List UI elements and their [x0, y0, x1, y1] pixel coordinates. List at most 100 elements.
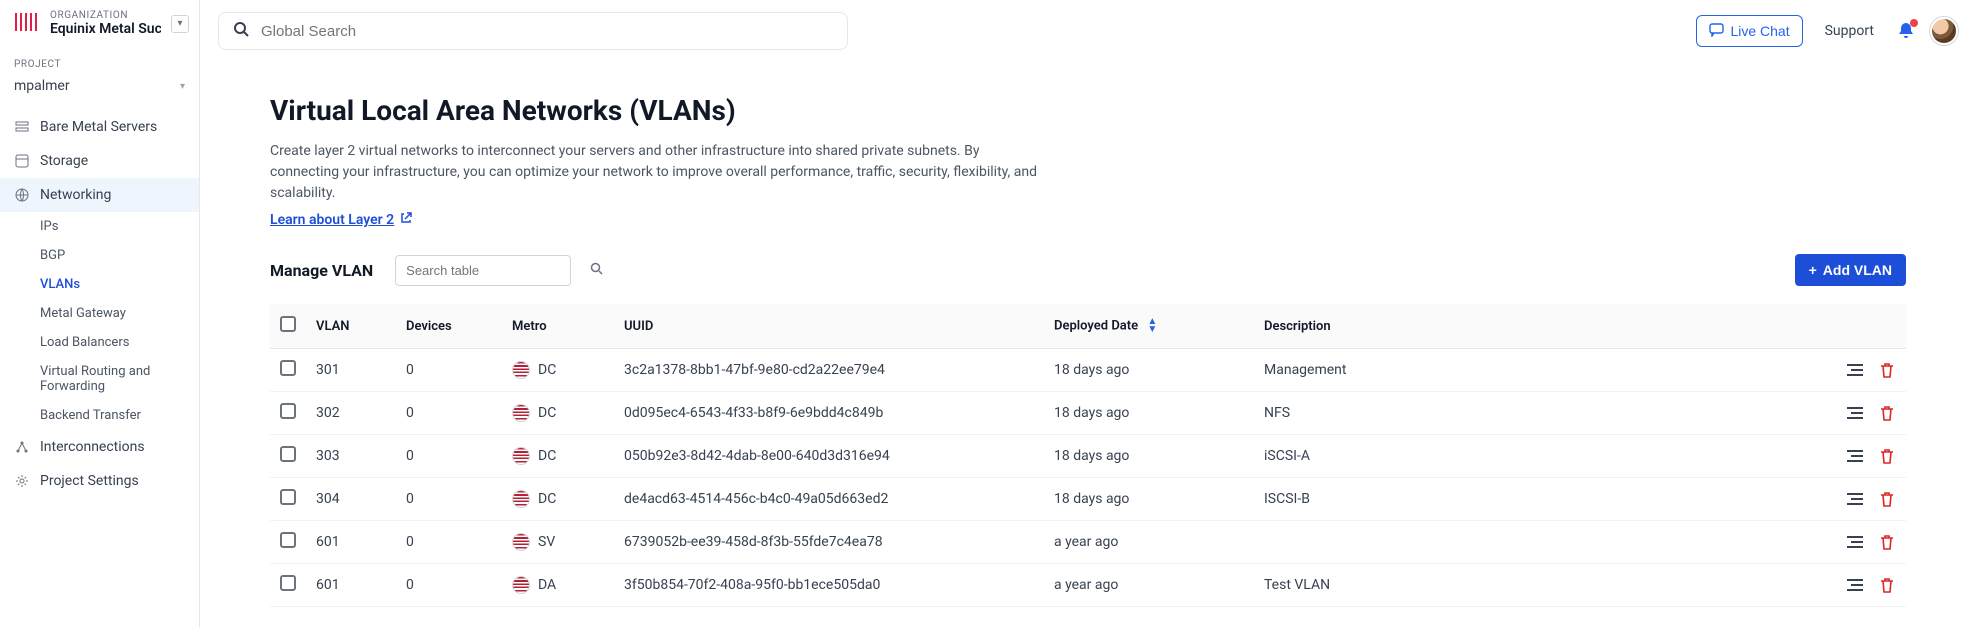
global-search-input[interactable] — [261, 23, 833, 40]
learn-link-label: Learn about Layer 2 — [270, 212, 394, 228]
cell-deployed: 18 days ago — [1044, 392, 1254, 435]
table-row[interactable]: 3010DC3c2a1378-8bb1-47bf-9e80-cd2a22ee79… — [270, 349, 1906, 392]
row-delete-button[interactable] — [1878, 490, 1896, 508]
row-checkbox[interactable] — [280, 446, 296, 462]
row-details-button[interactable] — [1846, 404, 1864, 422]
col-header-deployed-date[interactable]: Deployed Date ▲▼ — [1044, 304, 1254, 349]
cell-uuid: 3c2a1378-8bb1-47bf-9e80-cd2a22ee79e4 — [614, 349, 1044, 392]
row-delete-button[interactable] — [1878, 447, 1896, 465]
subnav-bgp[interactable]: BGP — [0, 241, 199, 270]
row-delete-button[interactable] — [1878, 404, 1896, 422]
cell-uuid: 6739052b-ee39-458d-8f3b-55fde7c4ea78 — [614, 521, 1044, 564]
row-details-button[interactable] — [1846, 361, 1864, 379]
col-header-uuid[interactable]: UUID — [614, 304, 1044, 349]
cell-metro: DC — [512, 404, 604, 422]
table-search-input[interactable] — [406, 263, 582, 278]
subnav-load-balancers[interactable]: Load Balancers — [0, 328, 199, 357]
row-delete-button[interactable] — [1878, 576, 1896, 594]
table-row[interactable]: 6010DA3f50b854-70f2-408a-95f0-bb1ece505d… — [270, 564, 1906, 607]
us-flag-icon — [512, 361, 530, 379]
learn-about-layer2-link[interactable]: Learn about Layer 2 — [270, 212, 412, 228]
row-details-button[interactable] — [1846, 576, 1864, 594]
user-avatar[interactable] — [1930, 17, 1958, 45]
sort-icon: ▲▼ — [1147, 318, 1157, 334]
sidebar: ORGANIZATION Equinix Metal Succes ▾ PROJ… — [0, 0, 200, 627]
row-checkbox[interactable] — [280, 360, 296, 376]
table-row[interactable]: 3020 DC 0d095ec4-6543-4f33-b8f9-6e9bdd4c84… — [270, 392, 1906, 435]
nav-label: Networking — [40, 187, 111, 203]
select-all-checkbox[interactable] — [280, 316, 296, 332]
org-selector[interactable]: ORGANIZATION Equinix Metal Succes ▾ — [0, 0, 199, 45]
org-name: Equinix Metal Succes — [50, 21, 161, 37]
cell-devices: 0 — [396, 349, 502, 392]
row-checkbox[interactable] — [280, 489, 296, 505]
col-header-devices[interactable]: Devices — [396, 304, 502, 349]
row-delete-button[interactable] — [1878, 533, 1896, 551]
live-chat-label: Live Chat — [1730, 23, 1789, 39]
table-row[interactable]: 3040DCde4acd63-4514-456c-b4c0-49a05d663e… — [270, 478, 1906, 521]
notification-dot-icon — [1910, 19, 1918, 27]
subnav-vrf[interactable]: Virtual Routing and Forwarding — [0, 357, 199, 401]
equinix-logo-icon — [14, 11, 40, 37]
org-label: ORGANIZATION — [50, 10, 161, 21]
row-details-button[interactable] — [1846, 533, 1864, 551]
row-checkbox[interactable] — [280, 532, 296, 548]
cell-uuid: 050b92e3-8d42-4dab-8e00-640d3d316e94 — [614, 435, 1044, 478]
vlan-table: VLAN Devices Metro UUID Deployed Date ▲▼… — [270, 304, 1906, 607]
subnav-metal-gateway[interactable]: Metal Gateway — [0, 299, 199, 328]
row-checkbox[interactable] — [280, 575, 296, 591]
row-delete-button[interactable] — [1878, 361, 1896, 379]
global-search[interactable] — [218, 12, 848, 50]
row-details-button[interactable] — [1846, 447, 1864, 465]
us-flag-icon — [512, 533, 530, 551]
cell-description: Test VLAN — [1254, 564, 1826, 607]
subnav-ips[interactable]: IPs — [0, 212, 199, 241]
table-row[interactable]: 3030DC050b92e3-8d42-4dab-8e00-640d3d316e… — [270, 435, 1906, 478]
project-selector[interactable]: mpalmer ▾ — [0, 74, 199, 104]
add-vlan-button[interactable]: + Add VLAN — [1795, 254, 1906, 286]
row-checkbox[interactable] — [280, 403, 296, 419]
col-header-metro[interactable]: Metro — [502, 304, 614, 349]
nav-interconnections[interactable]: Interconnections — [0, 430, 199, 464]
subnav-backend-transfer[interactable]: Backend Transfer — [0, 401, 199, 430]
cell-devices: 0 — [396, 521, 502, 564]
cell-vlan: 302 — [306, 392, 396, 435]
col-header-deployed-label: Deployed Date — [1054, 318, 1138, 333]
cell-vlan: 303 — [306, 435, 396, 478]
add-vlan-label: Add VLAN — [1823, 262, 1892, 278]
interconnections-icon — [14, 440, 30, 454]
cell-deployed: 18 days ago — [1044, 349, 1254, 392]
cell-deployed: 18 days ago — [1044, 478, 1254, 521]
support-link[interactable]: Support — [1817, 17, 1882, 45]
cell-metro: DC — [512, 490, 604, 508]
cell-uuid: 0d095ec4-6543-4f33-b8f9-6e9bdd4c849b — [614, 392, 1044, 435]
cell-vlan: 301 — [306, 349, 396, 392]
table-search[interactable] — [395, 255, 571, 286]
row-details-button[interactable] — [1846, 490, 1864, 508]
nav-project-settings[interactable]: Project Settings — [0, 464, 199, 498]
cell-metro: SV — [512, 533, 604, 551]
main-area: Live Chat Support Virtual Local Area Net… — [200, 0, 1976, 627]
cell-metro: DA — [512, 576, 604, 594]
subnav-vlans[interactable]: VLANs — [0, 270, 199, 299]
cell-uuid: de4acd63-4514-456c-b4c0-49a05d663ed2 — [614, 478, 1044, 521]
nav-bare-metal-servers[interactable]: Bare Metal Servers — [0, 110, 199, 144]
plus-icon: + — [1809, 262, 1817, 278]
servers-icon — [14, 120, 30, 134]
notifications-button[interactable] — [1896, 21, 1916, 41]
cell-uuid: 3f50b854-70f2-408a-95f0-bb1ece505da0 — [614, 564, 1044, 607]
cell-deployed: a year ago — [1044, 564, 1254, 607]
org-dropdown-toggle[interactable]: ▾ — [171, 15, 189, 33]
cell-devices: 0 — [396, 392, 502, 435]
page-title: Virtual Local Area Networks (VLANs) — [270, 94, 1906, 127]
col-header-description[interactable]: Description — [1254, 304, 1826, 349]
live-chat-button[interactable]: Live Chat — [1696, 15, 1802, 47]
nav-networking[interactable]: Networking — [0, 178, 199, 212]
storage-icon — [14, 154, 30, 168]
project-section-label: PROJECT — [0, 45, 199, 74]
col-header-vlan[interactable]: VLAN — [306, 304, 396, 349]
cell-devices: 0 — [396, 564, 502, 607]
table-row[interactable]: 6010SV6739052b-ee39-458d-8f3b-55fde7c4ea… — [270, 521, 1906, 564]
nav-storage[interactable]: Storage — [0, 144, 199, 178]
cell-deployed: 18 days ago — [1044, 435, 1254, 478]
